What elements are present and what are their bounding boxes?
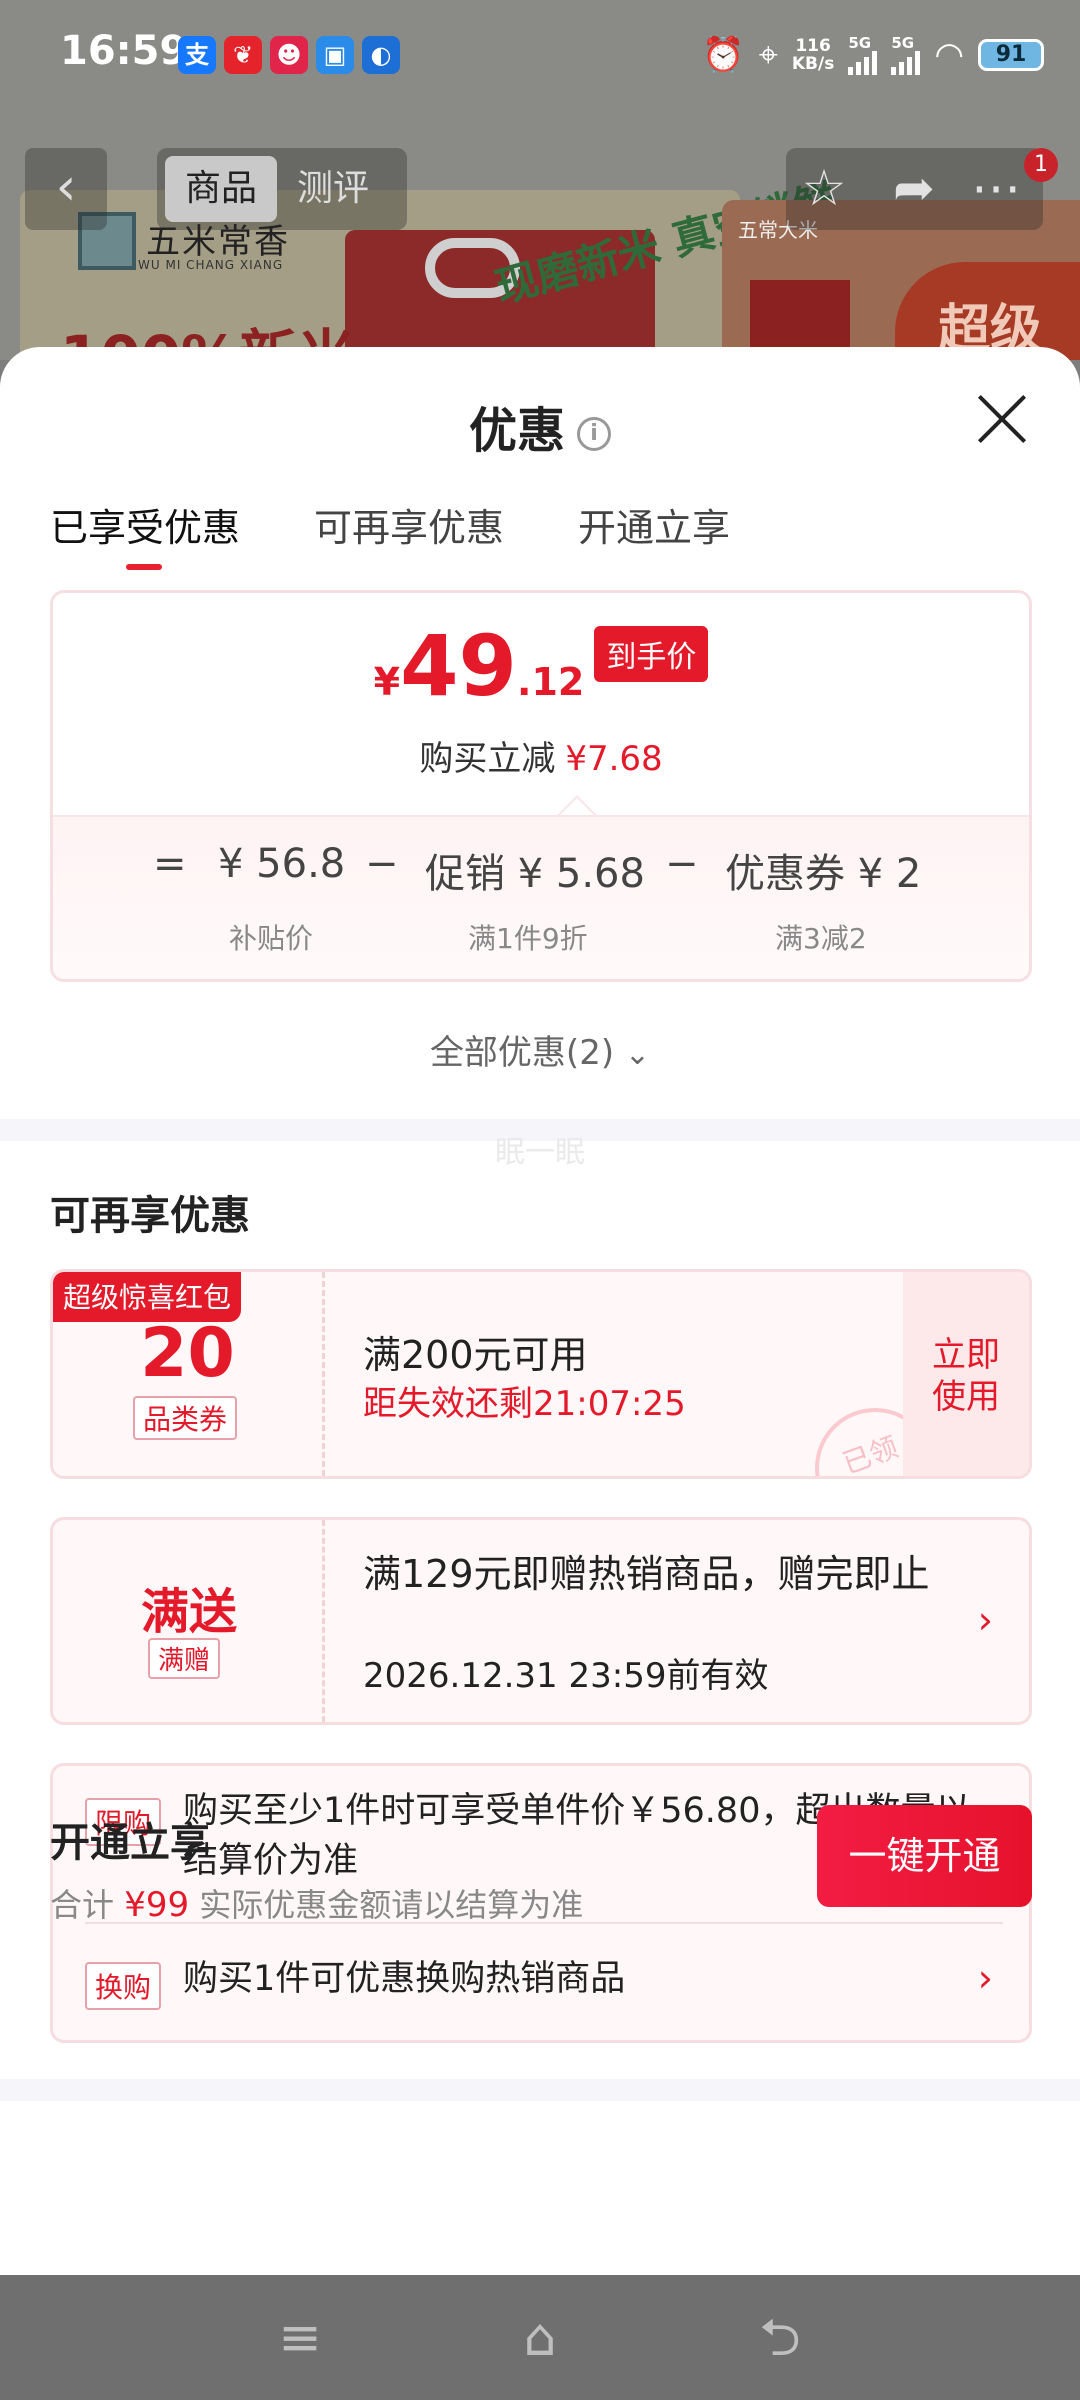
location-icon: ⌖ xyxy=(758,35,778,75)
coupon-condition: 满200元可用 xyxy=(363,1333,588,1377)
reduce-value: ¥7.68 xyxy=(565,739,663,779)
signal-1-label: 5G xyxy=(848,33,872,52)
top-actions: ☆ ➦ ⋯ xyxy=(786,148,1043,230)
signal-2-label: 5G xyxy=(891,33,915,52)
status-bar: 16:59 支 ❦ ☻ ▣ ◐ ⏰ ⌖ 116 KB/s 5G 5G ◠ 91 xyxy=(0,0,1080,110)
gift-text: 满129元即赠热销商品，赠完即止 xyxy=(363,1552,930,1596)
close-button[interactable] xyxy=(974,391,1030,447)
minus-sign: − xyxy=(365,841,399,887)
price-currency: ¥ xyxy=(373,660,401,704)
back-icon[interactable]: ⮌ xyxy=(745,2305,815,2375)
signal-2: 5G xyxy=(891,33,921,75)
final-price-tag: 到手价 xyxy=(594,626,709,682)
use-now-line1: 立即 xyxy=(932,1335,1000,1375)
coupon-countdown: 距失效还剩21:07:25 xyxy=(363,1384,686,1424)
sum-value: ¥99 xyxy=(124,1885,190,1925)
breakdown-row: = ¥ 56.8 − 促销 ¥ 5.68 − 优惠券 ¥ 2 xyxy=(53,841,1029,901)
base-price: ¥ 56.8 xyxy=(218,841,346,887)
final-price: ¥49.12到手价 xyxy=(53,617,1029,715)
open-title: 开通立享 xyxy=(50,1820,210,1866)
base-price-label: 补贴价 xyxy=(229,922,314,955)
chevron-down-icon: ⌄ xyxy=(624,1037,651,1072)
home-icon[interactable]: ⌂ xyxy=(505,2305,575,2375)
price-decimal: .12 xyxy=(517,660,585,704)
gift-card[interactable]: 满送 满赠 满129元即赠热销商品，赠完即止 2026.12.31 23:59前… xyxy=(50,1517,1032,1725)
product-tab-switcher: 商品 测评 xyxy=(157,148,407,230)
sleep-watermark: 眠一眠 xyxy=(495,1135,585,1170)
coupon-left: 超级惊喜红包 20 品类券 xyxy=(53,1272,325,1476)
one-click-open-button[interactable]: 一键开通 xyxy=(817,1805,1032,1907)
app-chat-icon: ▣ xyxy=(316,36,354,74)
price-integer: 49 xyxy=(400,617,518,715)
chevron-right-icon: › xyxy=(977,1956,993,2000)
discount-sheet: 优惠 i 已享受优惠 可再享优惠 开通立享 ¥49.12到手价 购买立减 ¥7.68… xyxy=(0,347,1080,2277)
coupon-rule: 满3减2 xyxy=(775,922,867,955)
chevron-right-icon: › xyxy=(977,1598,993,1642)
wifi-icon: ◠ xyxy=(934,35,964,75)
coupon-type: 品类券 xyxy=(133,1396,238,1440)
sheet-title-text: 优惠 xyxy=(468,403,565,459)
price-breakdown: = ¥ 56.8 − 促销 ¥ 5.68 − 优惠券 ¥ 2 补贴价 满1件9折… xyxy=(53,815,1029,979)
system-nav-bar: ≡ ⌂ ⮌ xyxy=(0,2275,1080,2400)
coupon-amount: 20 xyxy=(140,1314,235,1393)
discount-tabs: 已享受优惠 可再享优惠 开通立享 xyxy=(50,497,730,570)
menu-icon[interactable]: ≡ xyxy=(265,2305,335,2375)
price-summary: ¥49.12到手价 购买立减 ¥7.68 xyxy=(53,593,1029,815)
network-speed: 116 KB/s xyxy=(792,37,834,73)
status-right: ⏰ ⌖ 116 KB/s 5G 5G ◠ 91 xyxy=(702,30,1044,80)
share-icon[interactable]: ➦ xyxy=(884,158,944,218)
coupon-card: 超级惊喜红包 20 品类券 满200元可用 距失效还剩21:07:25 已领 立… xyxy=(50,1269,1032,1479)
tab-review[interactable]: 测评 xyxy=(297,156,369,222)
tab-more[interactable]: 可再享优惠 xyxy=(314,497,504,552)
app-blue-icon: ◐ xyxy=(362,36,400,74)
app-red-face-icon: ☻ xyxy=(270,36,308,74)
sum-label: 合计 xyxy=(50,1886,115,1924)
all-discounts-label: 全部优惠(2) xyxy=(429,1033,615,1073)
gift-title: 满送 xyxy=(140,1584,237,1640)
exchange-text: 购买1件可优惠换购热销商品 xyxy=(183,1959,626,1999)
network-speed-value: 116 xyxy=(795,36,831,56)
signal-bars-icon xyxy=(848,50,878,75)
status-time: 16:59 xyxy=(60,28,188,74)
reduce-line: 购买立减 ¥7.68 xyxy=(53,731,1029,780)
promo-discount: 促销 ¥ 5.68 xyxy=(425,851,645,897)
tab-enjoyed[interactable]: 已享受优惠 xyxy=(50,497,240,570)
more-discounts-title: 可再享优惠 xyxy=(50,1193,250,1239)
brand-subtitle: WU MI CHANG XIANG xyxy=(138,258,284,272)
tab-goods[interactable]: 商品 xyxy=(165,156,277,222)
back-button[interactable]: ‹ xyxy=(25,148,107,230)
minus-sign: − xyxy=(665,841,699,887)
favorite-star-icon[interactable]: ☆ xyxy=(794,158,854,218)
notification-badge: 1 xyxy=(1024,148,1058,182)
promo-rule: 满1件9折 xyxy=(468,922,588,955)
all-discounts-toggle[interactable]: 全部优惠(2) ⌄ xyxy=(0,1025,1080,1074)
equals-sign: = xyxy=(153,841,187,887)
more-icon[interactable]: ⋯ xyxy=(966,158,1026,218)
signal-1: 5G xyxy=(848,33,878,75)
price-card: ¥49.12到手价 购买立减 ¥7.68 = ¥ 56.8 − 促销 ¥ 5.68… xyxy=(50,590,1032,982)
coupon-discount: 优惠券 ¥ 2 xyxy=(725,851,922,897)
gift-left: 满送 满赠 xyxy=(53,1520,325,1722)
reduce-label: 购买立减 xyxy=(419,739,556,779)
section-divider xyxy=(0,2079,1080,2101)
battery-icon: 91 xyxy=(978,39,1044,71)
app-red-heart-icon: ❦ xyxy=(224,36,262,74)
signal-bars-icon xyxy=(891,50,921,75)
alipay-icon: 支 xyxy=(178,36,216,74)
chevron-left-icon: ‹ xyxy=(55,157,77,217)
gift-tag: 满赠 xyxy=(148,1638,221,1679)
sum-note: 实际优惠金额请以结算为准 xyxy=(199,1886,584,1924)
gift-expiry: 2026.12.31 23:59前有效 xyxy=(363,1656,769,1696)
use-now-line2: 使用 xyxy=(932,1377,1000,1417)
sheet-title: 优惠 i xyxy=(0,391,1080,461)
open-summary: 合计 ¥99 实际优惠金额请以结算为准 xyxy=(50,1880,583,1926)
exchange-tag: 换购 xyxy=(85,1962,162,2010)
network-speed-unit: KB/s xyxy=(791,54,835,74)
info-icon[interactable]: i xyxy=(577,417,611,451)
tab-open[interactable]: 开通立享 xyxy=(578,497,730,552)
use-now-button[interactable]: 立即 使用 xyxy=(903,1272,1029,1476)
alarm-icon: ⏰ xyxy=(702,35,745,75)
